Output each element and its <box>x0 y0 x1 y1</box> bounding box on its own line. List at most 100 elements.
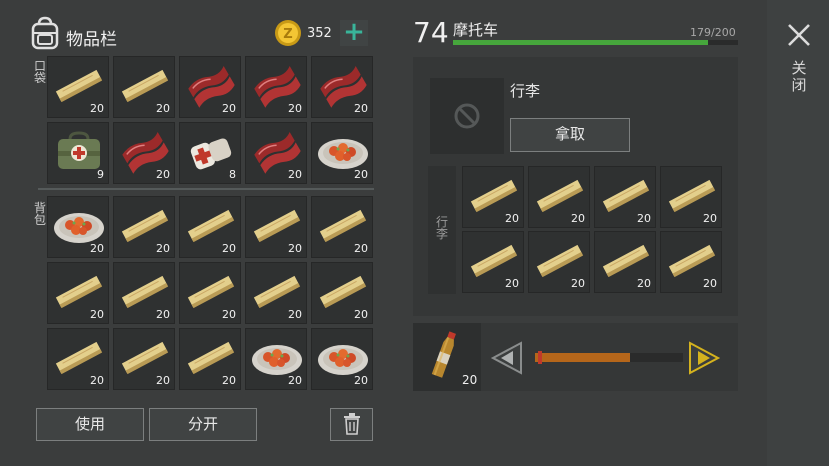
item-count: 20 <box>156 308 170 321</box>
item-count: 20 <box>354 374 368 387</box>
pockets-label: 口袋 <box>33 59 46 85</box>
item-count: 20 <box>90 242 104 255</box>
luggage-slot[interactable]: 20 <box>660 166 722 228</box>
backpack-slot[interactable]: 20 <box>245 262 307 324</box>
pocket-slot[interactable]: 20 <box>245 56 307 118</box>
luggage-slot[interactable]: 20 <box>528 166 590 228</box>
vehicle-durability-text: 179/200 <box>690 26 736 39</box>
backpack-slot[interactable]: 20 <box>245 196 307 258</box>
item-count: 20 <box>90 308 104 321</box>
backpack-slot[interactable]: 20 <box>113 262 175 324</box>
blocked-icon <box>454 103 480 129</box>
coin-count: 352 <box>307 26 332 41</box>
item-count: 20 <box>637 277 651 290</box>
pocket-slot[interactable]: 9 <box>47 122 109 184</box>
trash-button[interactable] <box>330 408 373 441</box>
inventory-title: 物品栏 <box>66 30 117 50</box>
backpack-slot[interactable]: 20 <box>113 196 175 258</box>
item-count: 20 <box>637 212 651 225</box>
item-count: 20 <box>288 308 302 321</box>
luggage-label: 行李 <box>510 82 541 100</box>
backpack-slot[interactable]: 20 <box>179 328 241 390</box>
item-count: 20 <box>703 277 717 290</box>
luggage-slot[interactable]: 20 <box>528 231 590 293</box>
item-count: 20 <box>354 242 368 255</box>
vehicle-durability-bar <box>453 40 738 45</box>
item-count: 20 <box>354 308 368 321</box>
backpack-slot[interactable]: 20 <box>179 262 241 324</box>
item-count: 20 <box>288 102 302 115</box>
item-count: 20 <box>222 102 236 115</box>
split-button[interactable]: 分开 <box>149 408 257 441</box>
fuel-count: 20 <box>462 373 478 387</box>
item-count: 20 <box>90 102 104 115</box>
item-count: 20 <box>703 212 717 225</box>
backpack-slot[interactable]: 20 <box>47 262 109 324</box>
close-label[interactable]: 关闭 <box>790 60 808 94</box>
fuel-slider-handle[interactable] <box>538 351 542 364</box>
luggage-slot[interactable]: 20 <box>462 166 524 228</box>
item-count: 20 <box>156 242 170 255</box>
section-divider <box>38 188 374 190</box>
pocket-slot[interactable]: 20 <box>311 56 373 118</box>
pocket-slot[interactable]: 20 <box>113 56 175 118</box>
item-count: 20 <box>505 212 519 225</box>
add-coins-button[interactable]: + <box>340 19 368 46</box>
backpack-label: 背包 <box>33 201 46 227</box>
item-count: 20 <box>571 277 585 290</box>
pocket-slot[interactable]: 20 <box>179 56 241 118</box>
backpack-slot[interactable]: 20 <box>311 328 373 390</box>
backpack-slot[interactable]: 20 <box>311 196 373 258</box>
fuel-slider[interactable] <box>535 351 683 364</box>
item-count: 20 <box>156 374 170 387</box>
item-count: 8 <box>229 168 236 181</box>
luggage-slot[interactable]: 20 <box>594 231 656 293</box>
luggage-slot[interactable]: 20 <box>462 231 524 293</box>
use-button[interactable]: 使用 <box>36 408 144 441</box>
item-count: 20 <box>222 242 236 255</box>
luggage-slot[interactable]: 20 <box>594 166 656 228</box>
luggage-side-label: 行李 <box>435 215 448 241</box>
backpack-slot[interactable]: 20 <box>47 328 109 390</box>
pocket-slot[interactable]: 8 <box>179 122 241 184</box>
item-count: 20 <box>354 168 368 181</box>
item-count: 20 <box>505 277 519 290</box>
pocket-slot[interactable]: 20 <box>47 56 109 118</box>
backpack-slot[interactable]: 20 <box>113 328 175 390</box>
luggage-slot[interactable]: 20 <box>660 231 722 293</box>
vehicle-durability-fill <box>453 40 709 45</box>
item-count: 20 <box>288 374 302 387</box>
item-count: 20 <box>354 102 368 115</box>
item-count: 20 <box>156 102 170 115</box>
pocket-slot[interactable]: 20 <box>113 122 175 184</box>
svg-text:Z: Z <box>283 27 292 42</box>
pocket-slot[interactable]: 20 <box>245 122 307 184</box>
backpack-slot[interactable]: 20 <box>179 196 241 258</box>
empty-slot <box>430 78 504 154</box>
vehicle-name: 摩托车 <box>453 21 499 39</box>
item-count: 20 <box>90 374 104 387</box>
pocket-slot[interactable]: 20 <box>311 122 373 184</box>
inventory-header: 物品栏 Z 352 + <box>30 16 375 52</box>
item-count: 20 <box>288 242 302 255</box>
item-count: 20 <box>222 374 236 387</box>
backpack-icon <box>31 16 59 50</box>
luggage-side-tab: 行李 <box>428 166 456 294</box>
backpack-slot[interactable]: 20 <box>311 262 373 324</box>
coin-icon: Z <box>275 20 301 46</box>
backpack-slot[interactable]: 20 <box>245 328 307 390</box>
item-count: 20 <box>156 168 170 181</box>
item-count: 20 <box>571 212 585 225</box>
backpack-slot[interactable]: 20 <box>47 196 109 258</box>
item-count: 9 <box>97 168 104 181</box>
item-count: 20 <box>222 308 236 321</box>
decrease-arrow-icon[interactable] <box>491 341 523 375</box>
trash-icon <box>343 413 360 435</box>
fuel-slider-fill <box>535 353 630 362</box>
fuel-bottle-icon <box>431 331 456 378</box>
item-count: 20 <box>288 168 302 181</box>
increase-arrow-icon[interactable] <box>688 341 720 375</box>
take-button[interactable]: 拿取 <box>510 118 630 152</box>
vehicle-level: 74 <box>413 16 449 49</box>
close-icon[interactable] <box>786 22 812 48</box>
